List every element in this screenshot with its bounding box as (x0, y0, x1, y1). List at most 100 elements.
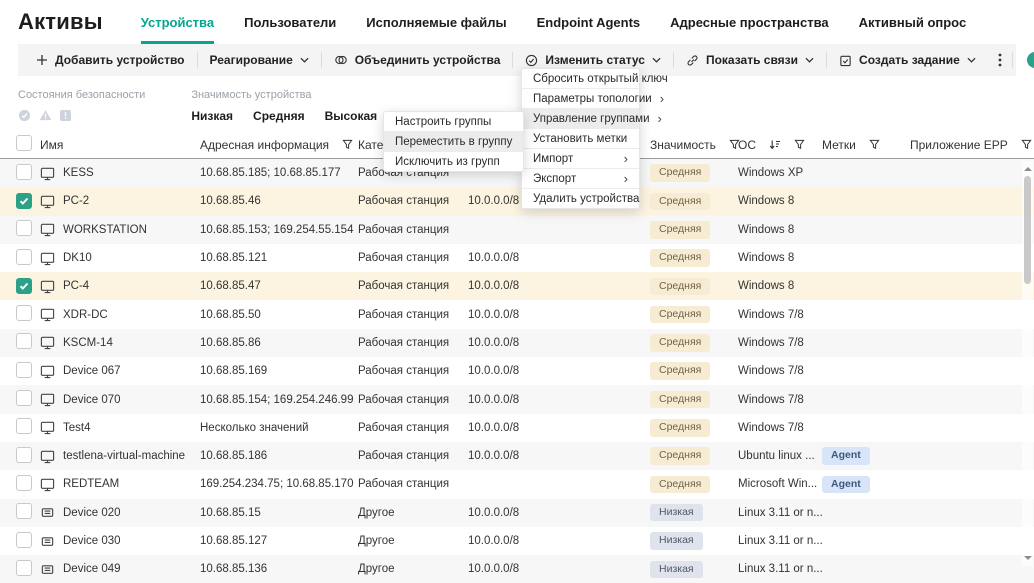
row-checkbox[interactable] (16, 447, 32, 463)
tab-active-poll[interactable]: Активный опрос (859, 0, 967, 44)
menu-item-reset-public-key[interactable]: Сбросить открытый ключ (522, 69, 639, 88)
scroll-down-icon[interactable] (1024, 556, 1032, 564)
row-checkbox[interactable] (16, 193, 32, 209)
table-row[interactable]: PC-210.68.85.46Рабочая станция10.0.0.0/8… (0, 187, 1034, 215)
workstation-icon (40, 449, 55, 464)
menu-item-set-labels[interactable]: Установить метки (522, 128, 639, 148)
column-header-address[interactable]: Адресная информация (200, 138, 358, 152)
row-checkbox[interactable] (16, 278, 32, 294)
page-header: Активы Устройства Пользователи Исполняемые… (0, 0, 1034, 44)
category-cell: Рабочая станция (358, 224, 468, 236)
sort-icon[interactable] (769, 139, 781, 151)
submenu-item-move-to-group[interactable]: Переместить в группу (384, 131, 523, 151)
table-row[interactable]: PC-410.68.85.47Рабочая станция10.0.0.0/8… (0, 272, 1034, 300)
importance-badge: Низкая (650, 504, 703, 522)
os-cell: Windows 8 (738, 195, 822, 207)
os-cell: Windows 8 (738, 252, 822, 264)
os-cell: Windows XP (738, 167, 822, 179)
show-links-button[interactable]: Показать связи (674, 44, 826, 76)
menu-item-import[interactable]: Импорт› (522, 148, 639, 168)
importance-cell: Средняя (650, 249, 738, 267)
kebab-icon (998, 53, 1002, 67)
table-row[interactable]: testlena-virtual-machine10.68.85.186Рабо… (0, 442, 1034, 470)
column-header-epp[interactable]: Приложение EPP (910, 138, 1034, 152)
network-cell: 10.0.0.0/8 (468, 563, 650, 575)
row-checkbox[interactable] (16, 475, 32, 491)
table-row[interactable]: Device 04910.68.85.136Другое10.0.0.0/8Ни… (0, 555, 1034, 583)
row-checkbox[interactable] (16, 249, 32, 265)
device-name: DK10 (63, 252, 92, 264)
row-checkbox[interactable] (16, 305, 32, 321)
merge-devices-button[interactable]: Объединить устройства (322, 44, 513, 76)
vertical-scrollbar[interactable] (1022, 161, 1033, 566)
row-check-cell (0, 362, 40, 381)
submenu-item-exclude-from-groups[interactable]: Исключить из групп (384, 151, 523, 171)
table-body: KESS10.68.85.185; 10.68.85.177Рабочая ст… (0, 159, 1034, 583)
filter-icon[interactable] (1021, 139, 1032, 150)
tab-users[interactable]: Пользователи (244, 0, 336, 44)
row-checkbox[interactable] (16, 503, 32, 519)
table-row[interactable]: Device 07010.68.85.154; 169.254.246.99Ра… (0, 385, 1034, 413)
name-cell: Test4 (40, 420, 200, 435)
tab-address-spaces[interactable]: Адресные пространства (670, 0, 829, 44)
filter-icon[interactable] (342, 139, 353, 150)
column-header-importance[interactable]: Значимость (650, 138, 738, 152)
create-task-button[interactable]: Создать задание (827, 44, 988, 76)
table-row[interactable]: Test4Несколько значенийРабочая станция10… (0, 414, 1034, 442)
column-header-labels[interactable]: Метки (822, 138, 910, 152)
row-checkbox[interactable] (16, 532, 32, 548)
category-cell: Рабочая станция (358, 450, 468, 462)
filter-icon[interactable] (869, 139, 880, 150)
menu-item-group-management[interactable]: Управление группами› (522, 108, 639, 128)
merge-devices-icon (334, 53, 348, 67)
filter-icon[interactable] (794, 139, 805, 150)
row-checkbox[interactable] (16, 220, 32, 236)
column-header-name[interactable]: Имя (40, 138, 200, 152)
page-title: Активы (18, 9, 103, 35)
menu-item-export[interactable]: Экспорт› (522, 168, 639, 188)
more-actions-button[interactable] (988, 44, 1012, 76)
importance-cell: Средняя (650, 278, 738, 296)
table-row[interactable]: KSCM-1410.68.85.86Рабочая станция10.0.0.… (0, 329, 1034, 357)
category-cell: Рабочая станция (358, 309, 468, 321)
scrollbar-thumb[interactable] (1024, 176, 1031, 284)
table-row[interactable]: XDR-DC10.68.85.50Рабочая станция10.0.0.0… (0, 300, 1034, 328)
name-cell: DK10 (40, 251, 200, 266)
scroll-up-icon[interactable] (1024, 163, 1032, 171)
row-checkbox[interactable] (16, 362, 32, 378)
tab-devices[interactable]: Устройства (141, 0, 214, 44)
security-state-critical-icon[interactable] (60, 109, 71, 122)
table-row[interactable]: REDTEAM169.254.234.75; 10.68.85.170Рабоч… (0, 470, 1034, 498)
tab-executables[interactable]: Исполняемые файлы (366, 0, 506, 44)
importance-filter-medium[interactable]: Средняя (253, 109, 305, 123)
table-row[interactable]: Device 06710.68.85.169Рабочая станция10.… (0, 357, 1034, 385)
submenu-item-configure-groups[interactable]: Настроить группы (384, 112, 523, 131)
category-cell: Рабочая станция (358, 422, 468, 434)
importance-filter-high[interactable]: Высокая (325, 109, 378, 123)
table-row[interactable]: Device 03010.68.85.127Другое10.0.0.0/8Ни… (0, 527, 1034, 555)
row-checkbox[interactable] (16, 418, 32, 434)
menu-item-topology-params[interactable]: Параметры топологии› (522, 88, 639, 108)
security-state-warning-icon[interactable] (39, 109, 52, 122)
table-row[interactable]: DK1010.68.85.121Рабочая станция10.0.0.0/… (0, 244, 1034, 272)
table-row[interactable]: Device 02010.68.85.15Другое10.0.0.0/8Низ… (0, 499, 1034, 527)
os-cell: Windows 7/8 (738, 309, 822, 321)
row-checkbox[interactable] (16, 390, 32, 406)
menu-item-delete-devices[interactable]: Удалить устройства (522, 188, 639, 208)
device-name: KSCM-14 (63, 337, 113, 349)
table-row[interactable]: WORKSTATION10.68.85.153; 169.254.55.154Р… (0, 216, 1034, 244)
column-header-os[interactable]: ОС (738, 138, 822, 152)
refresh-toggle[interactable] (1027, 52, 1034, 68)
device-name: Test4 (63, 422, 91, 434)
add-device-button[interactable]: Добавить устройство (24, 44, 197, 76)
submenu-arrow-icon: › (658, 111, 662, 126)
workstation-icon (40, 335, 55, 350)
select-all-checkbox[interactable] (16, 135, 32, 151)
row-checkbox[interactable] (16, 333, 32, 349)
tab-endpoint-agents[interactable]: Endpoint Agents (537, 0, 641, 44)
os-cell: Microsoft Win... (738, 478, 822, 490)
security-state-ok-icon[interactable] (18, 109, 31, 122)
row-checkbox[interactable] (16, 164, 32, 180)
response-button[interactable]: Реагирование (198, 44, 321, 76)
importance-filter-low[interactable]: Низкая (191, 109, 233, 123)
